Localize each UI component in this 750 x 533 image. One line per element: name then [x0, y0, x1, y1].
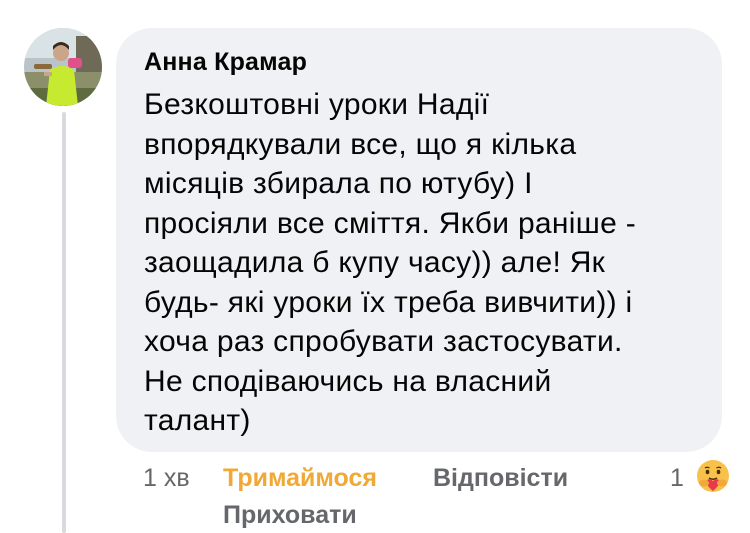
- thread-line: [62, 112, 66, 533]
- react-button[interactable]: Тримаймося: [223, 463, 377, 493]
- comment-bubble: Анна Крамар Безкоштовні уроки Надії впор…: [116, 28, 722, 452]
- comment-timestamp[interactable]: 1 хв: [143, 463, 190, 493]
- hide-button[interactable]: Приховати: [223, 500, 357, 530]
- author-name[interactable]: Анна Крамар: [144, 45, 698, 79]
- care-reaction-icon[interactable]: [694, 457, 732, 495]
- comment-line: хоча раз спробувати застосувати.: [144, 325, 623, 358]
- avatar-photo: [24, 28, 102, 106]
- reaction-count[interactable]: 1: [670, 463, 684, 493]
- comment-line: місяців збирала по ютубу) І: [144, 167, 533, 200]
- comment-line: Не сподіваючись на власний: [144, 364, 552, 398]
- comment-line: просіяли все сміття. Якби раніше -: [144, 206, 637, 240]
- comment-line: будь- які уроки їх треба вивчити)) і: [144, 285, 633, 319]
- comment-line: талант): [144, 404, 251, 437]
- author-avatar[interactable]: [24, 28, 102, 106]
- comment-line: впорядкували все, що я кілька: [144, 127, 577, 161]
- comment-text: Безкоштовні уроки Надії впорядкували все…: [144, 85, 698, 441]
- reply-button[interactable]: Відповісти: [433, 463, 568, 493]
- comment-line: заощадила б купу часу)) але! Як: [144, 246, 606, 279]
- comment-line: Безкоштовні уроки Надії: [144, 88, 490, 121]
